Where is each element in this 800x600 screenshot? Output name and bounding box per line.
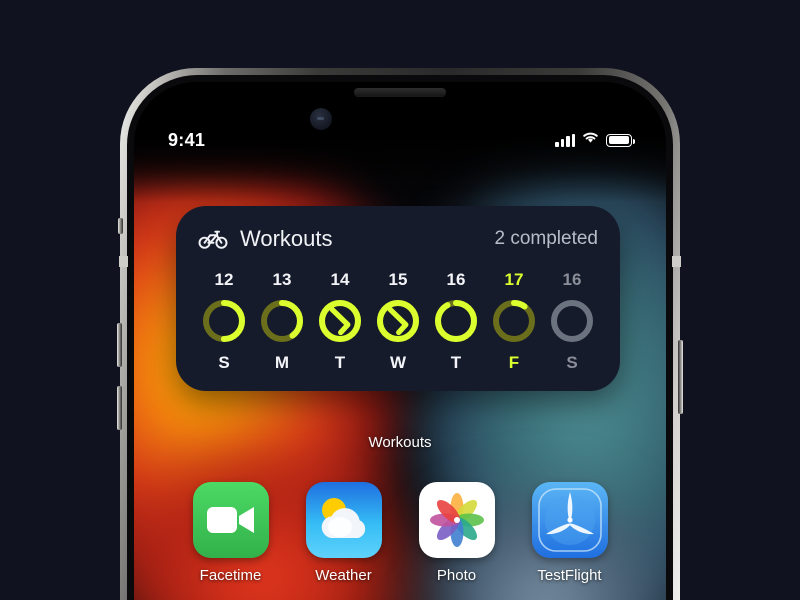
status-indicators (555, 131, 635, 149)
antenna-band-right (672, 256, 681, 267)
app-label: Weather (315, 567, 372, 584)
testflight-icon[interactable] (531, 482, 608, 558)
day-label: F (508, 353, 520, 372)
battery-icon (606, 133, 635, 147)
progress-ring (375, 298, 421, 344)
progress-ring (317, 298, 363, 344)
day-label: M (274, 353, 290, 372)
checkmark-icon (317, 298, 363, 344)
day-column: 17 F (488, 270, 540, 373)
earpiece-speaker (354, 88, 446, 96)
app-label: TestFlight (537, 567, 602, 584)
workouts-widget[interactable]: Workouts 2 completed 12 S 13 M 14 T 15 W 16 T 17 F 1… (176, 206, 620, 391)
day-column: 16 S (546, 270, 598, 373)
volume-down-button[interactable] (117, 386, 122, 430)
facetime-icon[interactable] (192, 482, 269, 558)
day-label: W (389, 353, 407, 372)
progress-ring (491, 298, 537, 344)
iphone-device: 9:41 Workouts 2 completed 12 S 13 M 14 T… (117, 68, 683, 600)
week-days-row: 12 S 13 M 14 T 15 W 16 T 17 F 16 S (198, 270, 598, 373)
bicycle-icon (198, 228, 228, 250)
app-facetime[interactable]: Facetime (190, 482, 272, 584)
progress-ring (433, 298, 479, 344)
front-camera-icon (310, 108, 332, 130)
progress-ring (259, 298, 305, 344)
day-column: 12 S (198, 270, 250, 373)
app-photo[interactable]: Photo (416, 482, 498, 584)
day-number: 15 (388, 270, 408, 289)
power-button[interactable] (678, 340, 683, 414)
day-number: 17 (504, 270, 524, 289)
app-weather[interactable]: Weather (303, 482, 385, 584)
day-column: 15 W (372, 270, 424, 373)
status-clock: 9:41 (168, 129, 206, 150)
day-column: 14 T (314, 270, 366, 373)
photos-icon[interactable] (418, 482, 495, 558)
widget-caption: Workouts (368, 434, 432, 451)
day-column: 16 T (430, 270, 482, 373)
day-number: 16 (446, 270, 466, 289)
antenna-band-left (119, 256, 128, 267)
wifi-icon (582, 131, 599, 149)
app-testflight[interactable]: TestFlight (529, 482, 611, 584)
cellular-bars-icon (555, 133, 575, 147)
phone-screen: 9:41 Workouts 2 completed 12 S 13 M 14 T… (134, 82, 666, 600)
day-number: 16 (562, 270, 582, 289)
day-number: 12 (214, 270, 234, 289)
day-label: T (450, 353, 462, 372)
app-label: Facetime (199, 567, 262, 584)
app-label: Photo (436, 567, 477, 584)
progress-ring (549, 298, 595, 344)
day-label: S (218, 353, 230, 372)
mute-switch[interactable] (118, 218, 123, 234)
weather-icon[interactable] (305, 482, 382, 558)
widget-title-group: Workouts (198, 226, 333, 252)
checkmark-icon (375, 298, 421, 344)
day-number: 13 (272, 270, 292, 289)
progress-ring (201, 298, 247, 344)
app-grid: Facetime Weather Photo TestFlight (134, 482, 666, 584)
widget-title: Workouts (240, 226, 333, 251)
volume-up-button[interactable] (117, 323, 122, 367)
widget-header: Workouts 2 completed (198, 226, 598, 252)
day-column: 13 M (256, 270, 308, 373)
widget-completed-count: 2 completed (494, 228, 598, 249)
status-bar: 9:41 (134, 128, 666, 152)
day-label: S (566, 353, 578, 372)
day-label: T (334, 353, 346, 372)
day-number: 14 (330, 270, 350, 289)
